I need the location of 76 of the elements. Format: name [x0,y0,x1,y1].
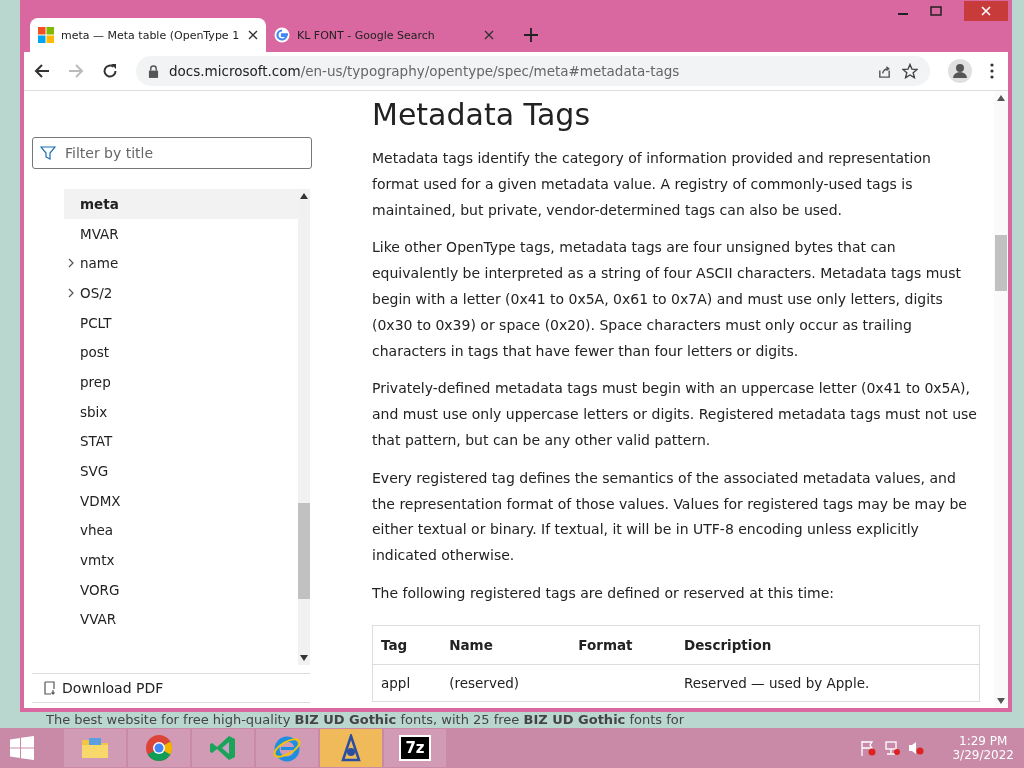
tab-title: KL FONT - Google Search [297,28,436,42]
browser-tab[interactable]: meta — Meta table (OpenType 1 [30,18,266,52]
network-icon[interactable] [884,740,901,756]
flag-icon[interactable] [860,740,877,756]
scroll-up-icon[interactable] [300,193,308,199]
page-scrollbar[interactable] [994,91,1008,708]
document-download-icon [44,681,56,695]
toc-item[interactable]: VDMX [64,485,298,516]
table-cell: Reserved — used by Apple. [684,674,870,691]
toc-item[interactable]: prep [64,367,298,397]
chevron-icon[interactable] [68,258,74,269]
url-text: docs.microsoft.com/en-us/typography/opentype/spec/meta#metadata-tags [169,63,680,79]
filter-field[interactable]: Filter by title [32,137,312,169]
menu-icon[interactable] [990,63,994,79]
chrome-logo-icon [145,734,173,762]
tab-title: meta — Meta table (OpenType 1 [61,28,241,42]
toc-item[interactable]: meta [64,189,298,219]
toc-item[interactable]: VVAR [64,604,298,635]
lock-icon [148,64,159,78]
folder-icon [81,736,109,760]
column-header: Description [676,625,980,665]
paragraph: Privately-defined metadata tags must begin with an uppercase letter (0x41 to 0x5A), and must use only uppercase letters or digits. Registered metadata tags must not use that pattern, but can be any other valid pattern. [372,379,978,450]
taskbar-app-button[interactable]: 7z [384,729,446,767]
scroll-up-icon[interactable] [997,95,1005,101]
paragraph: Metadata tags identify the category of information provided and representation format used for a given metadata value. A registry of commonly-used tags is maintained, but private, vendor-determined tags can also be used. [372,149,932,220]
close-icon[interactable] [248,30,258,40]
paragraph: Like other OpenType tags, metadata tags are four unsigned bytes that can equivalently be interpreted as a string of four ASCII characters. Metadata tags must begin with a letter (0x41 to 0x5A, 0x61 to 0x7A) and must use only letters, digits (0x30 to 0x39) or space (0x20). Space characters must only occur as trailing characters in tags that have fewer than four letters or digits. [372,238,962,361]
google-g-icon [274,27,290,43]
column-header: Name [441,625,571,665]
toc-item[interactable]: vhea [64,515,298,546]
toc-item[interactable]: OS/2 [64,278,298,308]
toc-item[interactable]: MVAR [64,218,298,249]
four-squares-icon [38,27,54,43]
time-text: 1:29 PM [959,734,1008,748]
browser-e-icon [273,734,301,762]
scroll-down-icon[interactable] [300,655,308,661]
paragraph: The following registered tags are defined or reserved at this time: [372,583,836,603]
table-cell: appl [381,674,411,691]
star-icon[interactable] [902,63,918,79]
download-pdf-link[interactable]: Download PDF [32,673,310,703]
taskbar-app-button[interactable] [320,729,382,767]
reload-icon[interactable] [102,63,118,79]
profile-avatar-icon[interactable] [948,59,972,83]
scrollbar-thumb[interactable] [298,503,310,599]
chevron-icon[interactable] [68,287,74,298]
filter-icon [40,145,56,161]
window-close-button[interactable] [964,1,1008,21]
scrollbar[interactable] [298,189,310,665]
toc-item[interactable]: SVG [64,456,298,486]
column-header: Tag [372,625,442,665]
toc-item[interactable]: sbix [64,396,298,427]
toc-item[interactable]: PCLT [64,307,298,338]
date-text: 3/29/2022 [952,748,1014,762]
taskbar-app-button[interactable] [128,729,190,767]
scrollbar-thumb[interactable] [995,235,1007,291]
page-heading: Metadata Tags [372,97,591,132]
toc-item[interactable]: vmtx [64,545,298,575]
back-icon[interactable] [34,63,50,79]
close-icon [981,6,991,16]
speaker-muted-icon[interactable] [908,740,925,756]
scroll-down-icon[interactable] [997,698,1005,704]
start-windows-icon[interactable] [10,736,34,760]
maximize-icon[interactable] [930,6,942,16]
archive-app-logo: 7z [399,735,431,761]
toc-item[interactable]: STAT [64,426,298,457]
column-header: Format [570,625,676,665]
toc-item[interactable]: post [64,337,298,368]
paragraph: Every registered tag defines the semantics of the associated metadata values, and the representation format of those values. Values for registered tags may be may be either textual or binary. If textual, it will be in UTF-8 encoding unless explicitly indicated otherwise. [372,468,968,566]
background-page-text: The best website for free high-quality BIZ UD Gothic fonts, with 25 free BIZ UD Gothic fonts for [46,712,686,728]
address-bar[interactable]: docs.microsoft.com/en-us/typography/opentype/spec/meta#metadata-tags [136,56,930,86]
table-cell: (reserved) [449,674,520,691]
toc-item[interactable]: VORG [64,574,298,605]
code-editor-icon [209,734,237,762]
browser-tab[interactable]: KL FONT - Google Search [266,18,502,52]
new-tab-icon[interactable] [524,28,538,42]
toc-item[interactable]: name [64,248,298,279]
